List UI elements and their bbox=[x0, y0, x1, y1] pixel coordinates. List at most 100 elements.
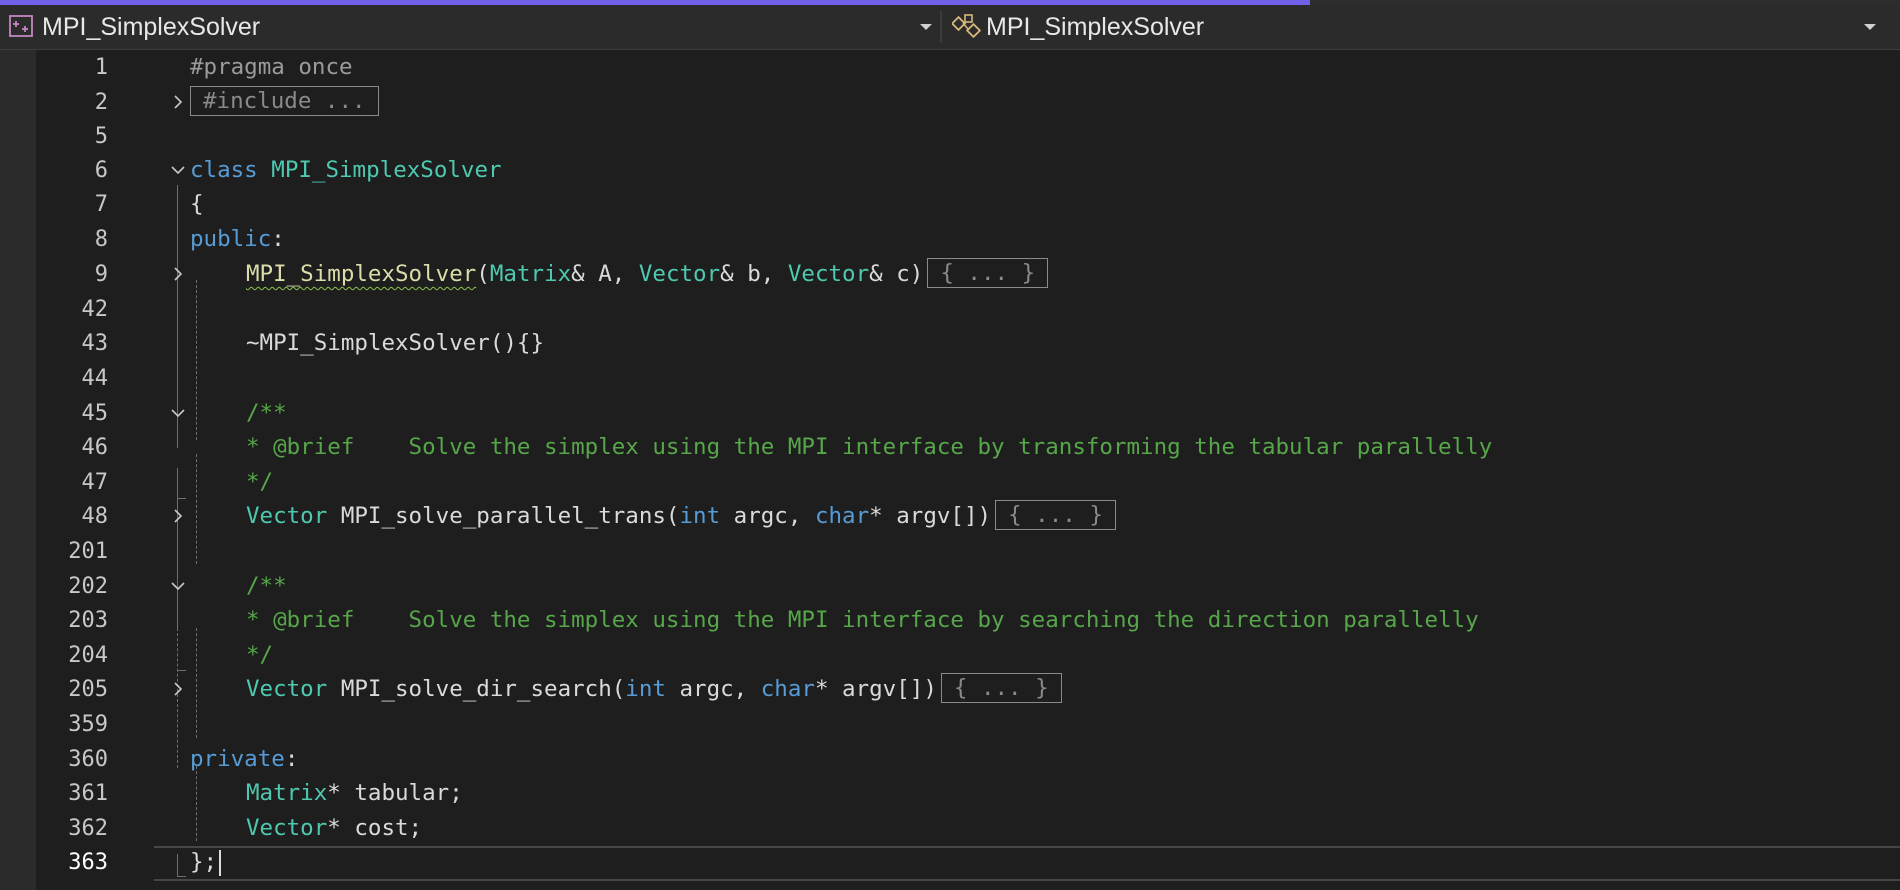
type-name: Vector bbox=[638, 261, 721, 287]
collapsed-region[interactable]: #include ... bbox=[190, 86, 379, 116]
line-number: 8 bbox=[94, 227, 108, 252]
destructor-declaration: ~MPI_SimplexSolver(){} bbox=[246, 330, 545, 356]
code-text: */ bbox=[246, 638, 273, 673]
line-number: 44 bbox=[81, 366, 109, 391]
line-number: 45 bbox=[81, 401, 109, 426]
line-number: 43 bbox=[81, 331, 109, 356]
chevron-down-icon[interactable] bbox=[920, 24, 932, 30]
keyword: private bbox=[190, 746, 285, 772]
closing-brace: }; bbox=[190, 849, 218, 875]
parameter: & c) bbox=[869, 261, 924, 287]
code-line: 6 class MPI_SimplexSolver bbox=[36, 153, 1900, 188]
class-members-icon bbox=[950, 13, 982, 39]
project-icon bbox=[8, 13, 34, 39]
code-text: class MPI_SimplexSolver bbox=[190, 153, 502, 188]
comment: */ bbox=[246, 469, 274, 495]
code-line: 7 { bbox=[36, 187, 1900, 222]
type-name: Matrix bbox=[246, 780, 328, 806]
parameter: * argv[]) bbox=[814, 676, 937, 702]
chevron-right-icon[interactable] bbox=[170, 681, 186, 697]
collapsed-region[interactable]: { ... } bbox=[995, 500, 1116, 530]
comment: * @brief Solve the simplex using the MPI… bbox=[246, 607, 1479, 633]
project-scope-label: MPI_SimplexSolver bbox=[42, 13, 261, 41]
code-line: 43 ~MPI_SimplexSolver(){} bbox=[36, 326, 1900, 361]
keyword: public bbox=[190, 226, 272, 252]
nav-divider bbox=[940, 11, 942, 43]
punctuation: : bbox=[284, 746, 299, 772]
line-number: 5 bbox=[94, 124, 108, 149]
keyword: int bbox=[679, 503, 721, 529]
code-text: public: bbox=[190, 222, 285, 257]
parameter: & b, bbox=[720, 261, 788, 287]
line-number: 205 bbox=[68, 677, 108, 702]
type-name: Matrix bbox=[489, 261, 572, 287]
chevron-down-icon[interactable] bbox=[170, 405, 186, 421]
line-number: 362 bbox=[68, 816, 108, 841]
comment: * @brief Solve the simplex using the MPI… bbox=[246, 434, 1493, 460]
comment: /** bbox=[246, 400, 287, 426]
line-number: 2 bbox=[94, 90, 108, 115]
chevron-down-icon[interactable] bbox=[170, 162, 186, 178]
line-number: 360 bbox=[68, 747, 108, 772]
member-scope-dropdown[interactable]: MPI_SimplexSolver bbox=[944, 5, 1886, 49]
code-text: Vector MPI_solve_parallel_trans(int argc… bbox=[246, 499, 1116, 534]
code-text: { bbox=[190, 187, 204, 222]
collapsed-region[interactable]: { ... } bbox=[940, 673, 1062, 703]
code-line: 204 */ bbox=[36, 638, 1900, 673]
keyword: class bbox=[190, 157, 258, 183]
comment: */ bbox=[246, 642, 274, 668]
code-text: }; bbox=[190, 845, 217, 880]
code-line: 45 /** bbox=[36, 396, 1900, 431]
preprocessor-directive: #pragma once bbox=[190, 54, 353, 80]
line-number: 7 bbox=[94, 192, 108, 217]
chevron-down-icon[interactable] bbox=[170, 578, 186, 594]
line-number: 46 bbox=[81, 435, 109, 460]
chevron-right-icon[interactable] bbox=[170, 94, 186, 110]
code-line: 42 bbox=[36, 292, 1900, 327]
chevron-right-icon[interactable] bbox=[170, 266, 186, 282]
code-line: 359 bbox=[36, 707, 1900, 742]
code-text: MPI_SimplexSolver(Matrix& A, Vector& b, … bbox=[246, 257, 1049, 292]
code-line: 46 * @brief Solve the simplex using the … bbox=[36, 430, 1900, 465]
line-number: 1 bbox=[94, 55, 108, 80]
code-line: 47 */ bbox=[36, 465, 1900, 500]
member-declaration: * cost; bbox=[327, 815, 423, 841]
function-name: MPI_solve_parallel_trans( bbox=[327, 503, 680, 529]
code-line: 44 bbox=[36, 361, 1900, 396]
code-line: 360 private: bbox=[36, 742, 1900, 777]
project-scope-dropdown[interactable]: MPI_SimplexSolver bbox=[0, 5, 940, 49]
code-line: 203 * @brief Solve the simplex using the… bbox=[36, 603, 1900, 638]
code-line: 9 MPI_SimplexSolver(Matrix& A, Vector& b… bbox=[36, 257, 1900, 292]
class-name: MPI_SimplexSolver bbox=[271, 157, 502, 183]
keyword: char bbox=[760, 676, 815, 702]
line-number: 359 bbox=[68, 712, 108, 737]
code-line: 8 public: bbox=[36, 222, 1900, 257]
code-line: 5 bbox=[36, 119, 1900, 154]
chevron-down-icon[interactable] bbox=[1864, 24, 1876, 30]
code-text: * @brief Solve the simplex using the MPI… bbox=[246, 430, 1492, 465]
code-text: /** bbox=[246, 569, 287, 604]
brace: { bbox=[190, 191, 204, 217]
code-text: /** bbox=[246, 396, 287, 431]
collapsed-region[interactable]: { ... } bbox=[927, 258, 1049, 288]
line-number: 47 bbox=[81, 470, 109, 495]
line-number: 48 bbox=[81, 504, 109, 529]
line-number: 361 bbox=[68, 781, 108, 806]
line-number: 42 bbox=[81, 297, 109, 322]
code-line-current: 363 }; bbox=[36, 845, 1900, 880]
punctuation: ( bbox=[476, 261, 490, 287]
type-name: Vector bbox=[787, 261, 870, 287]
member-scope-label: MPI_SimplexSolver bbox=[986, 13, 1205, 41]
code-text: private: bbox=[190, 742, 298, 777]
code-line: 202 /** bbox=[36, 569, 1900, 604]
line-number: 363 bbox=[68, 850, 108, 875]
code-text: Vector MPI_solve_dir_search(int argc, ch… bbox=[246, 672, 1062, 707]
code-line: 1 #pragma once bbox=[36, 50, 1900, 85]
chevron-right-icon[interactable] bbox=[170, 508, 186, 524]
code-text: * @brief Solve the simplex using the MPI… bbox=[246, 603, 1479, 638]
code-line: 361 Matrix* tabular; bbox=[36, 776, 1900, 811]
line-number: 204 bbox=[68, 643, 108, 668]
code-editor[interactable]: 1 #pragma once 2 #include ... 5 6 class … bbox=[0, 50, 1900, 890]
type-name: Vector bbox=[246, 815, 328, 841]
code-line: 2 #include ... bbox=[36, 85, 1900, 120]
